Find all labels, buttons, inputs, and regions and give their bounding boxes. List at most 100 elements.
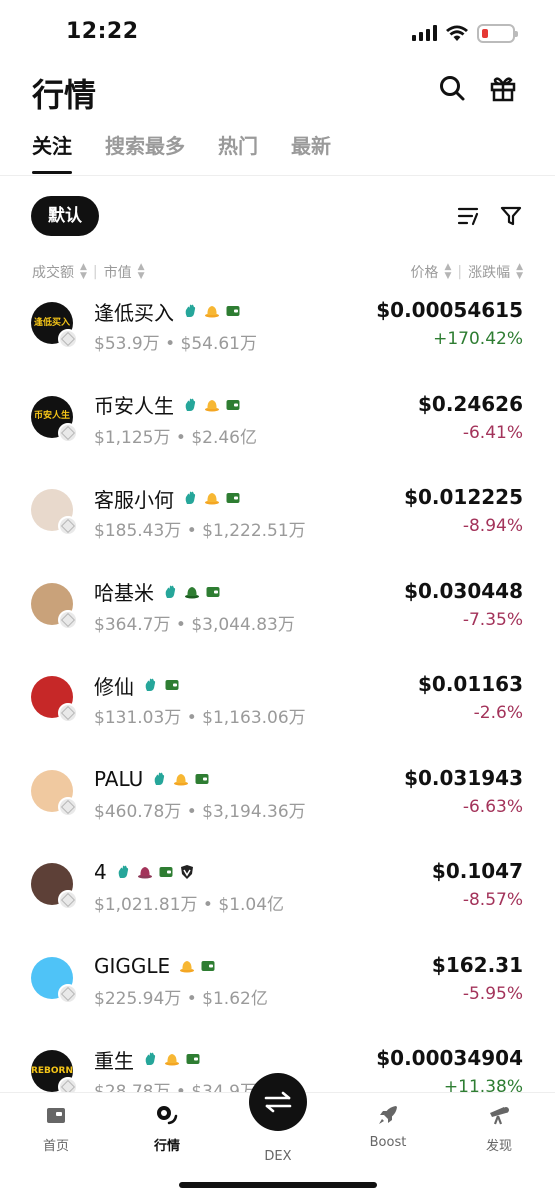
sort-arrows-icon[interactable]: ▲ ▼ <box>444 263 451 281</box>
token-price: $0.031943 <box>404 765 523 790</box>
nav-discover[interactable]: 发现 <box>459 1103 539 1154</box>
chain-badge-icon <box>58 796 78 817</box>
token-row[interactable]: 4 $1,021.81万 • $1.04亿 $0.1047 -8.57% <box>0 857 555 950</box>
chain-badge-icon <box>58 422 78 443</box>
token-volume: $460.78万 <box>94 801 182 822</box>
dex-swap-button[interactable] <box>249 1073 307 1131</box>
tab-newest[interactable]: 最新 <box>291 130 331 174</box>
nav-dex[interactable]: DEX <box>238 1141 318 1164</box>
token-name-line: 重生 <box>94 1046 201 1073</box>
token-avatar-text: 逢低买入 <box>33 317 70 328</box>
change-column-header[interactable]: 涨跌幅 <box>468 262 510 282</box>
token-volume: $185.43万 <box>94 521 182 541</box>
token-change: -6.41% <box>462 422 523 443</box>
token-price: $0.00034904 <box>376 1046 523 1070</box>
sort-arrows-icon[interactable]: ▲ ▼ <box>516 263 523 281</box>
volume-column-header[interactable]: 成交额 <box>32 262 74 282</box>
token-name: 客服小何 <box>94 487 174 512</box>
token-name: 4 <box>94 860 107 884</box>
hand-icon <box>143 1051 159 1067</box>
token-stats: $1,021.81万 • $1.04亿 <box>94 890 284 915</box>
market-icon <box>157 1106 178 1125</box>
token-stats: $460.78万 • $3,194.36万 <box>94 797 306 822</box>
token-market-cap: $1.04亿 <box>218 895 285 915</box>
tab-following[interactable]: 关注 <box>32 130 72 174</box>
hand-icon <box>163 584 179 600</box>
nav-boost-label: Boost <box>369 1135 407 1150</box>
wallet-icon <box>225 490 241 506</box>
tab-most-searched[interactable]: 搜索最多 <box>105 130 185 174</box>
token-name-line: GIGGLE <box>94 953 216 979</box>
token-row[interactable]: 客服小何 $185.43万 • $1,222.51万 $0.012225 -8.94% <box>0 483 555 576</box>
filter-icon[interactable] <box>499 204 523 228</box>
token-market-cap: $1,163.06万 <box>202 708 306 728</box>
hat-gold-icon <box>204 303 220 319</box>
hat-gold-icon <box>164 1051 180 1067</box>
sort-arrows-icon[interactable]: ▲ ▼ <box>80 263 87 281</box>
market-tabs: 关注 搜索最多 热门 最新 <box>32 130 331 174</box>
token-row[interactable]: PALU $460.78万 • $3,194.36万 $0.031943 -6.63% <box>0 764 555 857</box>
hand-icon <box>183 397 199 413</box>
hat-gold-icon <box>204 397 220 413</box>
token-price: $0.00054615 <box>376 298 523 322</box>
page-title: 行情 <box>32 76 97 114</box>
token-row[interactable]: GIGGLE $225.94万 • $1.62亿 $162.31 -5.95% <box>0 951 555 1044</box>
stats-separator: • <box>181 988 203 1009</box>
token-volume: $1,021.81万 <box>94 895 198 915</box>
token-list: 逢低买入 逢低买入 $53.9万 • $54.61万 $0.00054615 +170.… <box>0 296 555 1096</box>
wifi-icon <box>446 25 468 41</box>
token-name-line: 币安人生 <box>94 392 241 418</box>
token-row[interactable]: 哈基米 $364.7万 • $3,044.83万 $0.030448 -7.35% <box>0 577 555 670</box>
tab-hot[interactable]: 热门 <box>218 130 258 174</box>
hat-gold-icon <box>204 490 220 506</box>
token-change: -6.63% <box>462 796 523 817</box>
token-name: PALU <box>94 766 144 791</box>
sort-arrows-icon[interactable]: ▲ ▼ <box>138 263 145 281</box>
token-market-cap: $3,044.83万 <box>191 614 295 635</box>
price-column-header[interactable]: 价格 <box>410 262 438 282</box>
token-stats: $185.43万 • $1,222.51万 <box>94 516 306 541</box>
token-stats: $131.03万 • $1,163.06万 <box>94 703 306 728</box>
sort-icon[interactable] <box>457 204 481 228</box>
tabs-divider <box>0 175 555 176</box>
nav-dex-label: DEX <box>264 1149 292 1164</box>
stats-separator: • <box>181 521 203 541</box>
wallet-icon <box>164 677 180 693</box>
stats-separator: • <box>170 427 192 448</box>
hat-gold-icon <box>179 958 195 974</box>
stats-separator: • <box>159 334 181 354</box>
token-name-line: 4 <box>94 859 195 885</box>
search-icon[interactable] <box>438 74 466 102</box>
token-name-line: 逢低买入 <box>94 298 241 325</box>
token-name-line: 客服小何 <box>94 485 241 512</box>
wallet-icon <box>205 584 221 600</box>
swap-icon <box>264 1091 292 1113</box>
discover-icon <box>490 1107 509 1125</box>
home-icon <box>47 1108 65 1123</box>
default-sort-button[interactable]: 默认 <box>31 196 99 236</box>
wallet-icon <box>185 1051 201 1067</box>
token-stats: $1,125万 • $2.46亿 <box>94 423 257 448</box>
token-market-cap: $2.46亿 <box>191 427 257 448</box>
token-row[interactable]: 币安人生 币安人生 $1,125万 • $2.46亿 $0.24626 -6.41% <box>0 390 555 483</box>
token-market-cap: $3,194.36万 <box>202 801 306 822</box>
hat-red-icon <box>137 864 153 880</box>
nav-home[interactable]: 首页 <box>16 1103 96 1154</box>
token-volume: $53.9万 <box>94 334 160 354</box>
token-stats: $53.9万 • $54.61万 <box>94 329 257 354</box>
token-avatar-text: 币安人生 <box>33 411 70 421</box>
market-cap-column-header[interactable]: 市值 <box>104 262 132 282</box>
nav-discover-label: 发现 <box>485 1139 512 1154</box>
token-market-cap: $1,222.51万 <box>202 521 306 541</box>
token-row[interactable]: 逢低买入 逢低买入 $53.9万 • $54.61万 $0.00054615 +170.… <box>0 296 555 389</box>
hand-icon <box>116 864 132 880</box>
nav-market[interactable]: 行情 <box>127 1103 207 1154</box>
token-name-line: 哈基米 <box>94 579 221 605</box>
nav-market-label: 行情 <box>153 1139 180 1154</box>
token-row[interactable]: 修仙 $131.03万 • $1,163.06万 $0.01163 -2.6% <box>0 670 555 763</box>
home-indicator <box>179 1182 377 1188</box>
gift-icon[interactable] <box>489 74 517 102</box>
token-price: $162.31 <box>431 952 523 977</box>
nav-boost[interactable]: Boost <box>348 1103 428 1150</box>
token-price: $0.012225 <box>404 485 523 509</box>
